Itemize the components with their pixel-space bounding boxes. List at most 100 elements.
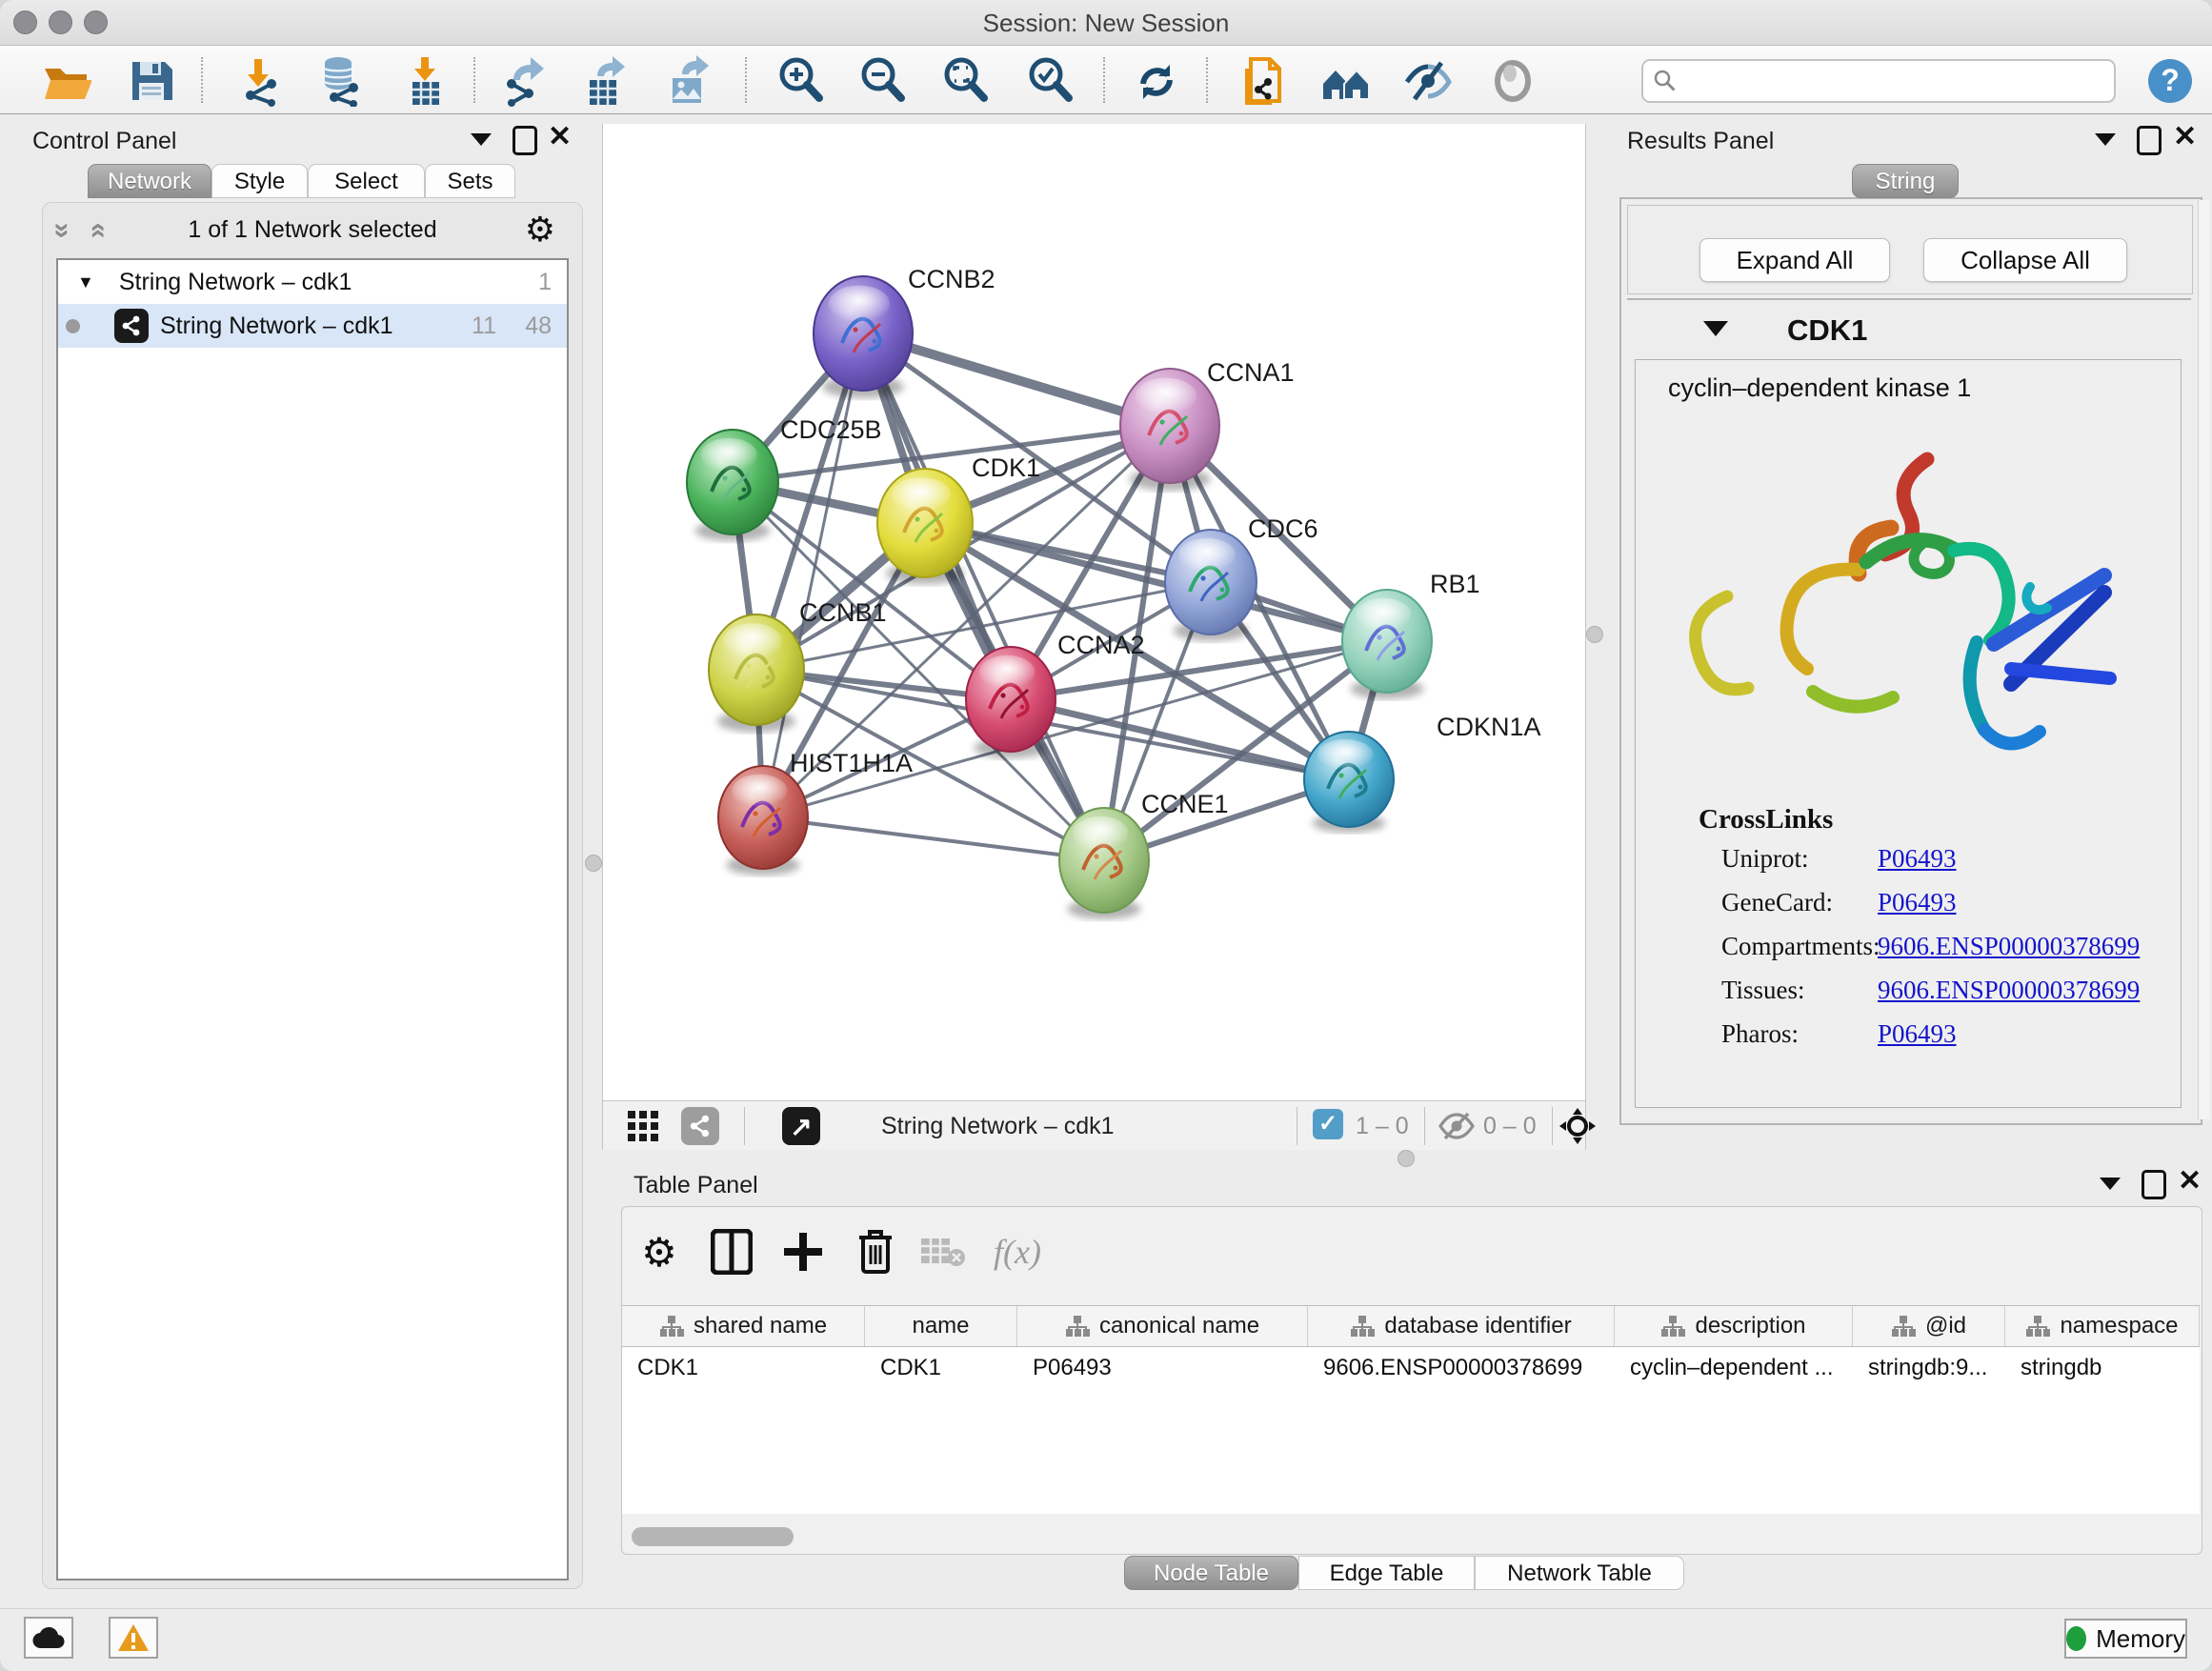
crosslink-label: Pharos:: [1721, 1019, 1878, 1049]
panel-menu-icon[interactable]: [471, 133, 492, 146]
open-in-window-icon[interactable]: ↗: [782, 1107, 820, 1145]
table-options-gear-icon[interactable]: ⚙: [633, 1226, 685, 1278]
cloud-status-button[interactable]: [24, 1617, 73, 1659]
help-button[interactable]: ?: [2143, 53, 2197, 109]
preview-button[interactable]: [1486, 53, 1539, 109]
network-canvas[interactable]: CCNB2CCNA1CDC25BCDK1CDC6RB1CCNB1CCNA2CDK…: [603, 124, 1585, 1100]
crosslink-value-link[interactable]: 9606.ENSP00000378699: [1878, 932, 2140, 960]
column-header-description[interactable]: description: [1615, 1306, 1853, 1346]
network-row[interactable]: String Network – cdk1 11 48: [58, 304, 567, 348]
string-home-button[interactable]: [1319, 53, 1373, 109]
import-network-file-button[interactable]: [232, 53, 286, 109]
network-options-gear-icon[interactable]: ⚙: [525, 211, 555, 250]
string-import-button[interactable]: [1235, 53, 1288, 109]
column-header-namespace[interactable]: namespace: [2005, 1306, 2200, 1346]
function-builder-icon[interactable]: f(x): [992, 1226, 1043, 1278]
table-horizontal-scrollbar[interactable]: [632, 1527, 794, 1546]
panel-close-icon[interactable]: ✕: [2173, 125, 2197, 149]
delete-column-icon[interactable]: [850, 1226, 901, 1278]
search-input[interactable]: [1685, 63, 2108, 97]
tab-network[interactable]: Network: [88, 164, 211, 198]
tab-style[interactable]: Style: [211, 164, 308, 198]
export-network-button[interactable]: [499, 53, 553, 109]
table-cell: stringdb:9...: [1853, 1347, 2005, 1389]
column-header--id[interactable]: @id: [1853, 1306, 2005, 1346]
export-table-button[interactable]: [581, 53, 634, 109]
tab-select[interactable]: Select: [308, 164, 425, 198]
collection-expand-icon[interactable]: ▼: [77, 272, 94, 292]
open-session-button[interactable]: [39, 53, 92, 109]
memory-button[interactable]: Memory: [2064, 1619, 2187, 1659]
import-network-database-button[interactable]: [312, 53, 366, 109]
column-header-name[interactable]: name: [865, 1306, 1017, 1346]
gene-description: cyclin–dependent kinase 1: [1668, 373, 1971, 403]
table-body: CDK1CDK1P064939606.ENSP00000378699cyclin…: [622, 1347, 2200, 1389]
panel-close-icon[interactable]: ✕: [548, 125, 572, 149]
svg-text:CCNE1: CCNE1: [1141, 790, 1229, 818]
crosslink-value-link[interactable]: P06493: [1878, 844, 1957, 873]
panel-float-icon[interactable]: [513, 126, 537, 155]
node-HIST1H1A: HIST1H1A: [718, 749, 913, 876]
app-window: Session: New Session: [0, 0, 2212, 1671]
save-session-button[interactable]: [125, 53, 178, 109]
table-row[interactable]: CDK1CDK1P064939606.ENSP00000378699cyclin…: [622, 1347, 2200, 1389]
network-graph[interactable]: CCNB2CCNA1CDC25BCDK1CDC6RB1CCNB1CCNA2CDK…: [603, 124, 1585, 1100]
left-splitter-handle[interactable]: [585, 855, 602, 872]
export-image-button[interactable]: [664, 53, 717, 109]
import-table-button[interactable]: [399, 53, 452, 109]
panel-close-icon[interactable]: ✕: [2178, 1169, 2202, 1193]
results-panel-title: Results Panel: [1627, 128, 1774, 155]
string-results-container: Expand All Collapse All CDK1 cyclin–depe…: [1619, 197, 2202, 1125]
panel-float-icon[interactable]: [2142, 1170, 2166, 1199]
panel-float-icon[interactable]: [2137, 126, 2162, 155]
results-panel: Results Panel ✕ String Expand All Collap…: [1596, 124, 2212, 1150]
tab-network-table[interactable]: Network Table: [1475, 1556, 1684, 1590]
pan-crosshair-icon[interactable]: [1558, 1106, 1598, 1151]
network-share-icon[interactable]: [681, 1107, 719, 1145]
results-scrollbar[interactable]: [2198, 200, 2210, 1119]
warning-icon: [117, 1623, 150, 1652]
tab-node-table[interactable]: Node Table: [1124, 1556, 1298, 1590]
show-hide-button[interactable]: [1401, 53, 1455, 109]
warning-status-button[interactable]: [109, 1617, 158, 1659]
zoom-in-button[interactable]: [774, 53, 828, 109]
table-cell: CDK1: [622, 1347, 865, 1389]
node-RB1: RB1: [1342, 570, 1480, 699]
zoom-in-icon: [775, 55, 827, 107]
panel-menu-icon[interactable]: [2100, 1178, 2121, 1190]
gene-section-header[interactable]: CDK1: [1627, 300, 2191, 359]
zoom-selected-button[interactable]: [1024, 53, 1077, 109]
tab-sets[interactable]: Sets: [425, 164, 515, 198]
gene-name: CDK1: [1787, 313, 1867, 348]
crosslink-value-link[interactable]: P06493: [1878, 1019, 1957, 1048]
column-header-canonical-name[interactable]: canonical name: [1017, 1306, 1308, 1346]
birdseye-grid-icon[interactable]: [624, 1107, 662, 1145]
zoom-fit-button[interactable]: [939, 53, 993, 109]
network-collection-row[interactable]: ▼ String Network – cdk1 1: [58, 260, 567, 304]
add-column-icon[interactable]: [777, 1226, 829, 1278]
tab-string[interactable]: String: [1852, 164, 1959, 198]
app-statusbar: Memory: [0, 1608, 2212, 1671]
delete-table-icon[interactable]: [917, 1226, 969, 1278]
expand-all-button[interactable]: Expand All: [1699, 238, 1890, 282]
panel-menu-icon[interactable]: [2095, 133, 2116, 146]
svg-text:CCNB2: CCNB2: [908, 265, 995, 293]
crosslink-value-link[interactable]: 9606.ENSP00000378699: [1878, 976, 2140, 1004]
zoom-out-button[interactable]: [856, 53, 910, 109]
search-icon: [1653, 69, 1678, 93]
save-icon: [127, 56, 176, 106]
column-header-database-identifier[interactable]: database identifier: [1308, 1306, 1615, 1346]
svg-text:RB1: RB1: [1430, 570, 1480, 598]
apply-layout-button[interactable]: [1130, 53, 1183, 109]
crosslink-row: Compartments:9606.ENSP00000378699: [1721, 932, 2160, 961]
tab-edge-table[interactable]: Edge Table: [1298, 1556, 1475, 1590]
show-columns-icon[interactable]: [706, 1226, 757, 1278]
collapse-all-button[interactable]: Collapse All: [1923, 238, 2127, 282]
table-panel-title: Table Panel: [633, 1172, 758, 1199]
crosslink-value-link[interactable]: P06493: [1878, 888, 1957, 916]
column-header-shared-name[interactable]: shared name: [622, 1306, 865, 1346]
table-cell: cyclin–dependent ...: [1615, 1347, 1853, 1389]
gene-collapse-icon[interactable]: [1703, 321, 1728, 336]
selected-checkbox[interactable]: ✓: [1313, 1109, 1343, 1139]
node-CCNB2: CCNB2: [814, 265, 995, 398]
